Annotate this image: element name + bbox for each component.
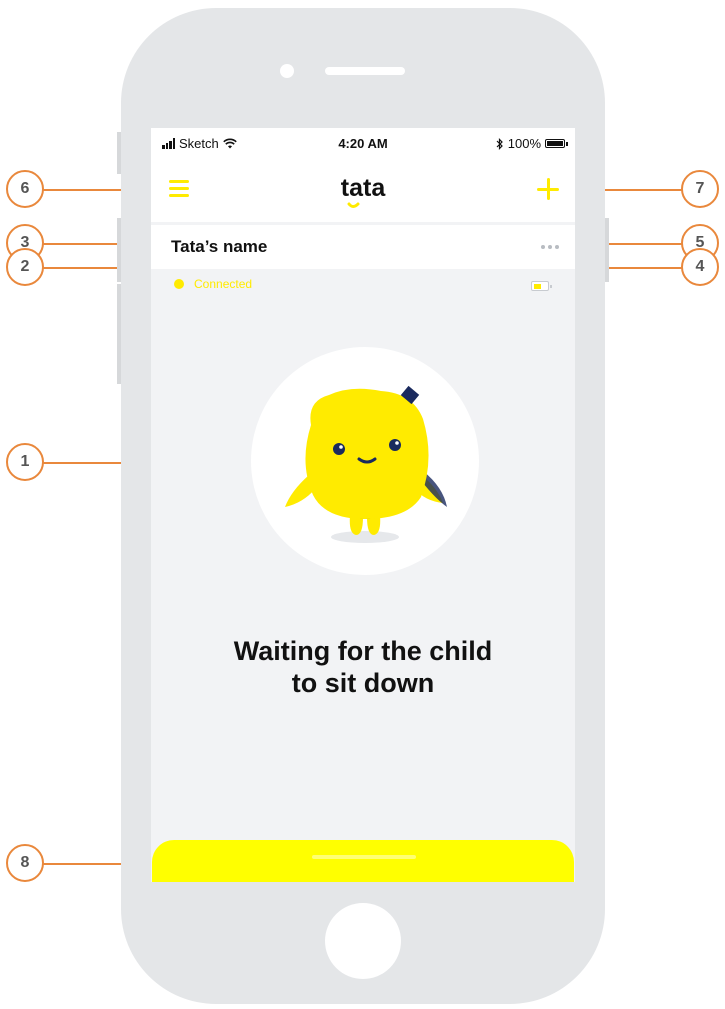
bluetooth-icon (496, 137, 503, 150)
mascot-circle (251, 347, 479, 575)
side-button-volume-up (117, 218, 121, 282)
connection-row: Connected (151, 269, 575, 299)
waiting-message-line1: Waiting for the child (233, 636, 493, 666)
callout-2: 2 (6, 248, 44, 286)
callout-7: 7 (681, 170, 719, 208)
plus-icon[interactable] (537, 178, 559, 200)
app-logo: tata (151, 170, 575, 221)
connection-status: Connected (194, 277, 253, 291)
callout-8: 8 (6, 844, 44, 882)
device-battery-icon (531, 281, 552, 291)
side-button-volume-down (117, 284, 121, 384)
more-dots-icon[interactable] (541, 245, 559, 249)
waiting-message: Waiting for the child to sit down (151, 635, 575, 699)
earpiece-speaker (325, 67, 405, 75)
callout-4: 4 (681, 248, 719, 286)
callout-1: 1 (6, 443, 44, 481)
side-button-power (605, 218, 609, 282)
nav-bar: tata (151, 160, 575, 225)
callout-6: 6 (6, 170, 44, 208)
battery-icon (545, 139, 568, 148)
device-name: Tata’s name (171, 237, 268, 256)
logo-text: tata (341, 174, 387, 202)
mascot-illustration (285, 385, 447, 543)
device-name-bar[interactable]: Tata’s name (151, 225, 575, 269)
sheet-drag-handle[interactable] (312, 855, 416, 859)
bottom-sheet[interactable] (152, 840, 574, 882)
side-button-silent (117, 132, 121, 174)
battery-percent: 100% (507, 136, 541, 151)
status-bar: Sketch 4:20 AM 100% (151, 128, 575, 160)
connection-dot-icon (174, 279, 184, 289)
waiting-message-line2: to sit down (291, 668, 435, 698)
tata-logo-icon: tata (341, 174, 387, 208)
status-right: 100% (496, 136, 568, 151)
app-screen: Sketch 4:20 AM 100% tata Tata’s name Con… (151, 128, 575, 882)
home-button[interactable] (325, 903, 401, 979)
front-camera (280, 64, 294, 78)
